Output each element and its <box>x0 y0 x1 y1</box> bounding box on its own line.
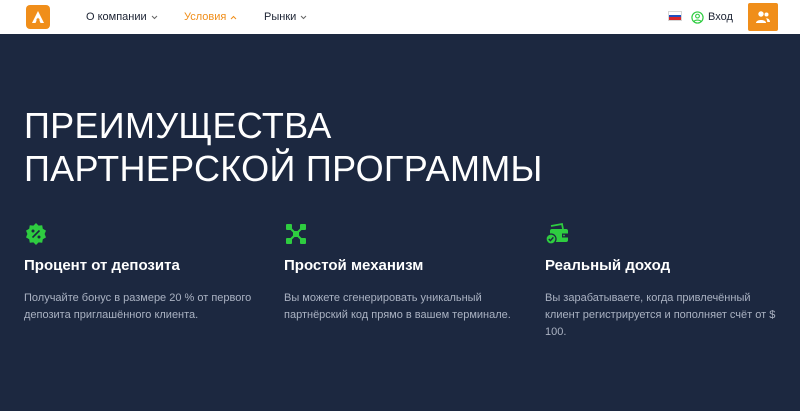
hero-title-line-2: ПАРТНЕРСКОЙ ПРОГРАММЫ <box>24 148 543 189</box>
feature-title: Простой механизм <box>284 257 424 274</box>
nav-conditions[interactable]: Условия <box>184 0 237 34</box>
network-nodes-icon <box>284 222 308 246</box>
feature-simple-mechanism: Простой механизм Вы можете сгенерировать… <box>284 222 524 324</box>
login-label: Вход <box>708 11 733 23</box>
users-button[interactable] <box>748 3 778 31</box>
feature-text: Получайте бонус в размере 20 % от первог… <box>24 292 252 321</box>
logo-mark-icon <box>32 11 44 23</box>
top-header: О компании Условия Рынки Вход <box>0 0 800 34</box>
hero-title-line-1: ПРЕИМУЩЕСТВА <box>24 105 332 146</box>
wallet-check-icon <box>545 222 569 246</box>
feature-deposit-percent: Процент от депозита Получайте бонус в ра… <box>24 222 264 324</box>
nav-markets-label: Рынки <box>264 11 297 23</box>
nav-markets[interactable]: Рынки <box>264 0 307 34</box>
hero-title: ПРЕИМУЩЕСТВА ПАРТНЕРСКОЙ ПРОГРАММЫ <box>24 104 543 190</box>
feature-title: Реальный доход <box>545 257 671 274</box>
chevron-down-icon <box>300 15 307 20</box>
ru-flag-icon[interactable] <box>668 11 682 21</box>
feature-text: Вы можете сгенерировать уникальный партн… <box>284 292 511 321</box>
chevron-down-icon <box>151 15 158 20</box>
user-circle-icon <box>691 10 704 24</box>
login-link[interactable]: Вход <box>691 0 733 34</box>
percent-badge-icon <box>24 222 48 246</box>
logo[interactable] <box>26 5 50 29</box>
chevron-up-icon <box>230 15 237 20</box>
users-icon <box>756 11 770 23</box>
feature-text: Вы зарабатываете, когда привлечённый кли… <box>545 292 776 338</box>
nav-conditions-label: Условия <box>184 11 227 23</box>
nav-about-label: О компании <box>86 11 147 23</box>
nav-about[interactable]: О компании <box>86 0 158 34</box>
feature-real-income: Реальный доход Вы зарабатываете, когда п… <box>545 222 785 341</box>
feature-title: Процент от депозита <box>24 257 180 274</box>
